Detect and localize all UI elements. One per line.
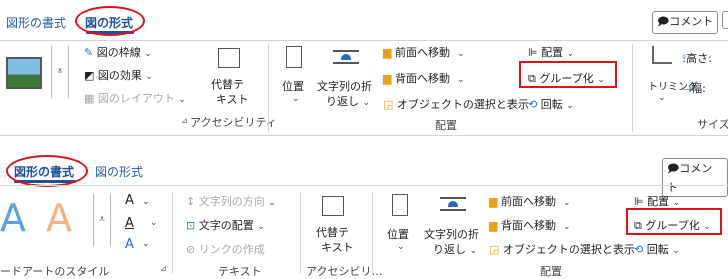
crop-icon: [650, 46, 674, 68]
wrap-text-line2: り返し ⌄: [326, 95, 371, 108]
text-outline-button[interactable]: A: [125, 216, 134, 231]
highlight-ellipse: [75, 6, 145, 36]
width-field[interactable]: ⟞幅:: [682, 80, 706, 96]
send-backward-button[interactable]: ▆ 背面へ移動 ⌄: [489, 217, 571, 233]
comment-button[interactable]: 🗩コメント: [652, 11, 719, 34]
height-field[interactable]: ⟟高さ:: [682, 50, 712, 66]
text-fill-button[interactable]: A ⌄: [125, 193, 150, 208]
rotate-icon: ⟲: [528, 98, 538, 111]
accessibility-group-label: アクセシビリティ: [190, 116, 277, 129]
bring-forward-icon: ▆: [489, 195, 498, 208]
size-group-label: サイズ: [697, 118, 728, 131]
position-icon: [392, 194, 408, 216]
group-highlight-box: [626, 208, 722, 235]
position-icon: [286, 46, 302, 68]
arrange-group-label: 配置: [435, 119, 457, 132]
tab-picture-format[interactable]: 図の形式: [95, 163, 143, 180]
text-direction-button[interactable]: ↕ 文字列の方向 ⌄: [186, 193, 276, 209]
rotate-button[interactable]: ⟲ 回転 ⌄: [634, 241, 680, 257]
selection-pane-icon: ◲: [383, 98, 394, 111]
wrap-text-line2: り返し ⌄: [433, 243, 478, 256]
send-backward-icon: ▆: [489, 219, 498, 232]
send-backward-icon: ▆: [383, 72, 392, 85]
rotate-button[interactable]: ⟲ 回転 ⌄: [528, 96, 574, 112]
picture-effects-button[interactable]: ◩ 図の効果 ⌄: [84, 67, 153, 83]
text-direction-icon: ↕: [186, 195, 196, 208]
layout-icon: ▦: [84, 92, 95, 105]
tab-divider: [0, 40, 728, 41]
alt-text-icon: [322, 196, 344, 216]
effects-icon: ◩: [84, 69, 95, 82]
picture-layout-button[interactable]: ▦ 図のレイアウト ⌄: [84, 90, 186, 106]
create-link-button[interactable]: ⊘ リンクの作成: [186, 241, 265, 257]
alt-text-line1: 代替テ: [316, 226, 349, 239]
alt-text-line2[interactable]: キスト: [216, 91, 249, 107]
bring-forward-icon: ▆: [383, 46, 392, 59]
bring-forward-button[interactable]: ▆ 前面へ移動 ⌄: [383, 44, 465, 60]
selection-pane-icon: ◲: [489, 243, 500, 256]
alt-text-line2[interactable]: キスト: [321, 239, 354, 255]
align-icon: ⊫: [528, 46, 538, 59]
text-align-button[interactable]: ⊡ 文字の配置 ⌄: [186, 217, 265, 233]
send-backward-button[interactable]: ▆ 背面へ移動 ⌄: [383, 70, 465, 86]
rotate-icon: ⟲: [634, 243, 644, 256]
text-effects-button[interactable]: A: [125, 237, 134, 252]
width-icon: ⟞: [682, 82, 692, 95]
position-button[interactable]: 位置: [387, 226, 409, 242]
dialog-launcher-icon[interactable]: ⊿: [181, 116, 188, 125]
wrap-text-icon: [440, 197, 466, 211]
picture-border-button[interactable]: ✎ 図の枠線 ⌄: [84, 44, 152, 60]
bring-forward-button[interactable]: ▆ 前面へ移動 ⌄: [489, 193, 571, 209]
dialog-launcher-icon[interactable]: ⊿: [160, 264, 167, 273]
alt-text-line1: 代替テ: [211, 78, 244, 91]
text-align-icon: ⊡: [186, 219, 196, 232]
highlight-ellipse: [6, 155, 88, 187]
wrap-text-icon: [333, 50, 359, 64]
tab-shape-format[interactable]: 図形の書式: [6, 14, 66, 31]
align-button[interactable]: ⊫ 配置 ⌄: [634, 193, 680, 209]
group-highlight-box: [519, 61, 617, 88]
wordart-gallery-more-button[interactable]: ⩡: [93, 194, 111, 246]
wrap-text-button[interactable]: 文字列の折: [317, 78, 372, 94]
align-icon: ⊫: [634, 195, 644, 208]
alt-text-icon: [218, 48, 240, 68]
comment-icon: 🗩: [667, 162, 680, 175]
wordart-style-orange[interactable]: A: [46, 196, 72, 240]
gallery-more-button[interactable]: ⩡: [51, 46, 69, 98]
comment-button[interactable]: 🗩コメント: [662, 158, 728, 197]
selection-pane-button[interactable]: ◲ オブジェクトの選択と表示: [383, 96, 529, 112]
wrap-text-button[interactable]: 文字列の折: [424, 226, 479, 242]
align-button[interactable]: ⊫ 配置 ⌄: [528, 44, 574, 60]
wordart-style-blue[interactable]: A: [0, 196, 26, 240]
pen-border-icon: ✎: [84, 46, 94, 59]
picture-style-gallery-item[interactable]: [6, 57, 42, 89]
share-button[interactable]: [722, 11, 728, 29]
selection-pane-button[interactable]: ◲ オブジェクトの選択と表示: [489, 241, 635, 257]
comment-icon: 🗩: [657, 15, 670, 28]
position-button[interactable]: 位置: [282, 78, 304, 94]
link-icon: ⊘: [186, 243, 196, 256]
